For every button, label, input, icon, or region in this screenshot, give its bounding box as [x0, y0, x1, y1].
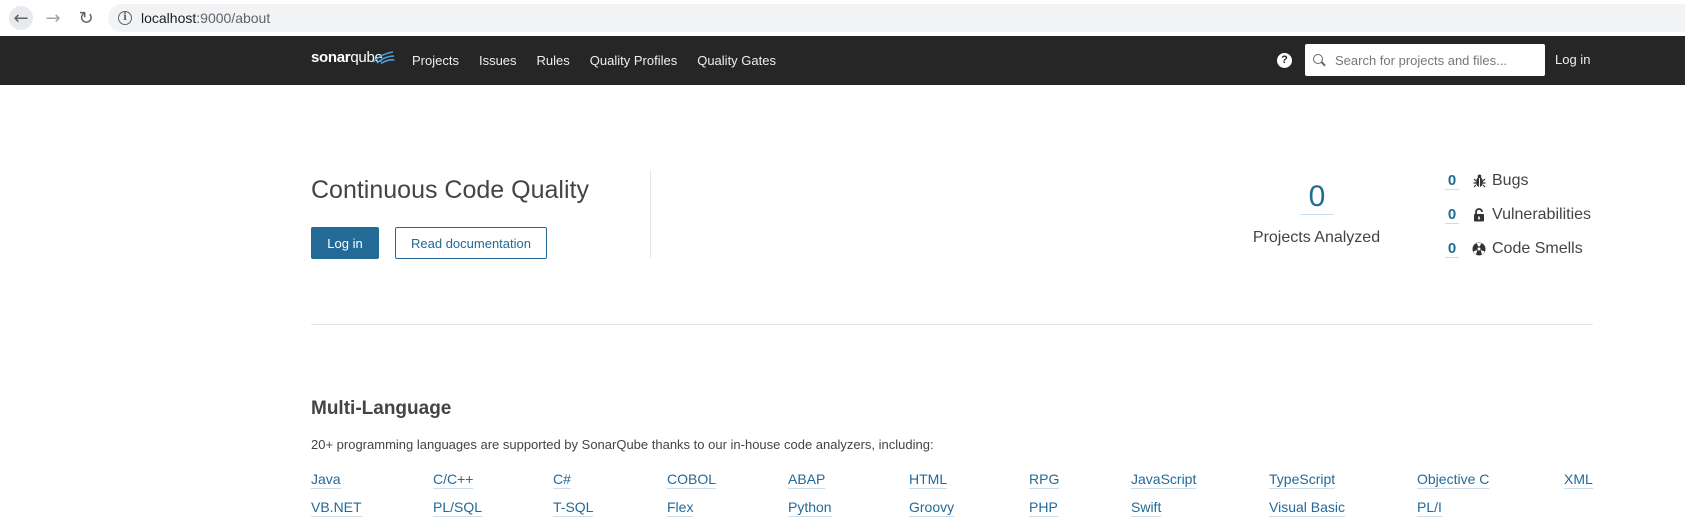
search-input[interactable]	[1335, 52, 1545, 68]
search-icon	[1313, 54, 1325, 66]
language-link[interactable]: Python	[788, 498, 832, 517]
language-link[interactable]: Visual Basic	[1269, 498, 1346, 517]
multi-language-description: 20+ programming languages are supported …	[311, 437, 934, 452]
language-link[interactable]: Objective C	[1417, 470, 1490, 489]
language-link[interactable]: Groovy	[909, 498, 955, 517]
vulnerabilities-count[interactable]: 0	[1445, 206, 1459, 224]
bugs-row: 0 Bugs	[1445, 170, 1528, 192]
language-link[interactable]: TypeScript	[1269, 470, 1336, 489]
help-icon[interactable]: ?	[1277, 53, 1292, 68]
bug-icon	[1472, 174, 1486, 188]
nav-issues[interactable]: Issues	[479, 53, 517, 68]
language-link[interactable]: PHP	[1029, 498, 1058, 517]
language-link[interactable]: T-SQL	[553, 498, 594, 517]
nav-projects[interactable]: Projects	[412, 53, 459, 68]
code-smell-icon	[1472, 242, 1486, 256]
logo-waves-icon	[372, 51, 395, 64]
nav-rules[interactable]: Rules	[537, 53, 570, 68]
multi-language-heading: Multi-Language	[311, 398, 452, 419]
code-smells-row: 0 Code Smells	[1445, 238, 1583, 260]
language-link[interactable]: ABAP	[788, 470, 826, 489]
code-smells-label: Code Smells	[1492, 240, 1583, 257]
url-text: localhost:9000/about	[141, 10, 271, 26]
projects-analyzed-label: Projects Analyzed	[1252, 229, 1381, 246]
lock-icon	[1472, 208, 1486, 222]
language-link[interactable]: Flex	[667, 498, 694, 517]
global-search[interactable]	[1305, 44, 1545, 76]
page-title: Continuous Code Quality	[311, 176, 589, 204]
language-link[interactable]: PL/SQL	[433, 498, 483, 517]
reload-icon[interactable]: ↻	[74, 6, 98, 30]
language-link[interactable]: Swift	[1131, 498, 1162, 517]
vulnerabilities-row: 0 Vulnerabilities	[1445, 204, 1591, 226]
language-link[interactable]: C#	[553, 470, 571, 489]
language-link[interactable]: VB.NET	[311, 498, 362, 517]
read-documentation-button[interactable]: Read documentation	[395, 227, 547, 259]
language-link[interactable]: Java	[311, 470, 341, 489]
main-menu: Projects Issues Rules Quality Profiles Q…	[412, 36, 796, 85]
address-bar[interactable]: i localhost:9000/about	[108, 4, 1685, 32]
section-divider	[311, 324, 1593, 325]
bugs-label: Bugs	[1492, 172, 1529, 189]
language-link[interactable]: RPG	[1029, 470, 1060, 489]
language-link[interactable]: C/C++	[433, 470, 474, 489]
projects-analyzed-count[interactable]: 0	[1300, 180, 1334, 215]
nav-login-link[interactable]: Log in	[1555, 52, 1590, 67]
info-icon[interactable]: i	[118, 11, 132, 25]
login-button[interactable]: Log in	[311, 227, 379, 259]
code-smells-count[interactable]: 0	[1445, 240, 1459, 258]
back-arrow-icon[interactable]: ←	[9, 6, 33, 30]
top-navigation: sonarqube Projects Issues Rules Quality …	[0, 36, 1685, 85]
bugs-count[interactable]: 0	[1445, 172, 1459, 190]
browser-toolbar: ← → ↻ i localhost:9000/about	[0, 0, 1685, 36]
language-link[interactable]: HTML	[909, 470, 948, 489]
vulnerabilities-label: Vulnerabilities	[1492, 206, 1592, 223]
language-link[interactable]: JavaScript	[1131, 470, 1197, 489]
vertical-divider	[650, 170, 651, 258]
language-link[interactable]: PL/I	[1417, 498, 1442, 517]
forward-arrow-icon[interactable]: →	[41, 6, 65, 30]
nav-quality-gates[interactable]: Quality Gates	[697, 53, 776, 68]
language-link[interactable]: XML	[1564, 470, 1593, 489]
nav-quality-profiles[interactable]: Quality Profiles	[590, 53, 677, 68]
language-link[interactable]: COBOL	[667, 470, 717, 489]
